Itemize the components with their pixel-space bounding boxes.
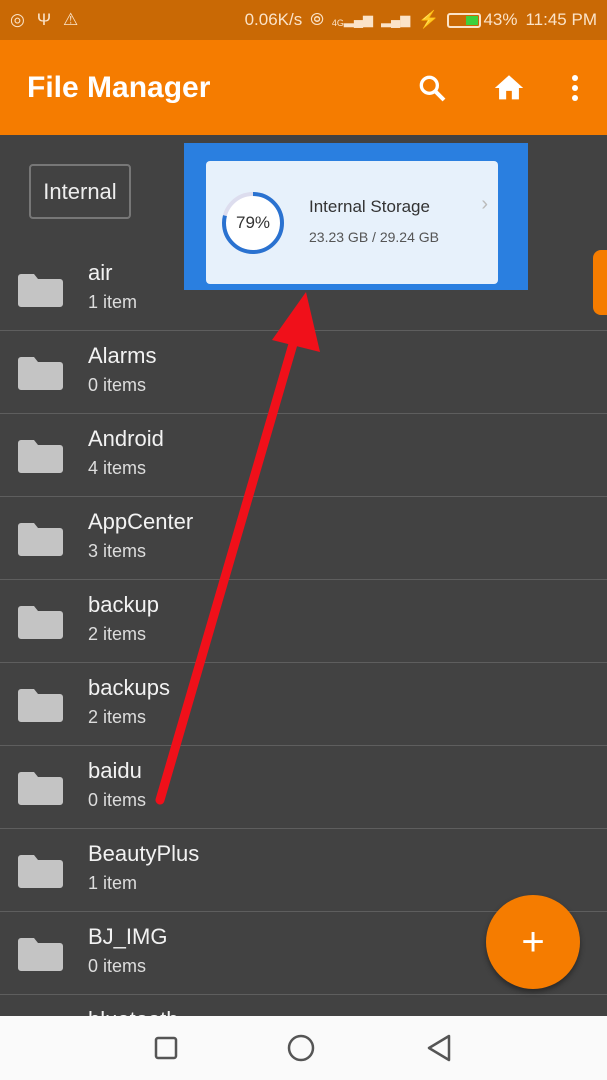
folder-row[interactable]: air 1 item (0, 248, 607, 331)
recents-icon[interactable] (154, 1036, 178, 1060)
network-speed: 0.06K/s (244, 10, 303, 29)
folder-icon (18, 523, 63, 556)
status-bar: ◎ Ψ ⚠ 0.06K/s ⦾ 4G ▂▄▆ ▂▄▆ ⚡ 43% 11:45 P… (0, 0, 607, 40)
folder-item-count: 0 items (88, 790, 147, 810)
signal-icon-2: ▂▄▆ (381, 12, 411, 27)
storage-usage-ring: 79% (220, 190, 286, 256)
folder-name: BeautyPlus (88, 841, 200, 866)
folder-icon (18, 855, 63, 888)
back-icon[interactable] (425, 1033, 453, 1063)
folder-item-count: 1 item (88, 292, 138, 312)
folder-item-count: 1 item (88, 873, 138, 893)
battery-percent: 43% (483, 10, 518, 29)
more-vert-icon[interactable] (570, 73, 580, 103)
storage-title: Internal Storage (309, 197, 430, 216)
folder-row[interactable]: backups 2 items (0, 663, 607, 746)
add-fab-button[interactable]: + (486, 895, 580, 989)
chevron-right-icon: › (481, 193, 488, 215)
storage-percent: 79% (235, 213, 271, 232)
search-icon[interactable] (416, 72, 448, 104)
app-bar: File Manager (0, 40, 607, 135)
folder-item-count: 2 items (88, 624, 147, 644)
signal-icon: ▂▄▆ (343, 12, 374, 27)
internal-storage-tab[interactable]: Internal (29, 164, 131, 219)
folder-icon (18, 689, 63, 722)
folder-name: BJ_IMG (88, 924, 168, 949)
folder-name: backups (88, 675, 170, 700)
folder-name: AppCenter (88, 509, 194, 534)
folder-icon (18, 357, 63, 390)
warning-icon: ⚠ (63, 10, 79, 29)
folder-icon (18, 606, 63, 639)
usb-icon: Ψ (36, 10, 52, 29)
folder-name: air (88, 260, 113, 285)
folder-row[interactable]: AppCenter 3 items (0, 497, 607, 580)
home-nav-icon[interactable] (286, 1033, 316, 1063)
folder-name: baidu (88, 758, 142, 783)
folder-item-count: 3 items (88, 541, 147, 561)
battery-icon (447, 12, 482, 28)
folder-item-count: 4 items (88, 458, 147, 478)
folder-row[interactable]: backup 2 items (0, 580, 607, 663)
charging-icon: ⚡ (418, 10, 440, 29)
storage-size: 23.23 GB / 29.24 GB (309, 229, 439, 245)
folder-name: Alarms (88, 343, 157, 368)
clock: 11:45 PM (525, 10, 597, 29)
folder-row[interactable]: baidu 0 items (0, 746, 607, 829)
folder-icon (18, 274, 63, 307)
folder-row[interactable]: Alarms 0 items (0, 331, 607, 414)
folder-row[interactable]: Android 4 items (0, 414, 607, 497)
folder-item-count: 0 items (88, 375, 147, 395)
instagram-icon: ◎ (10, 10, 25, 29)
app-title: File Manager (27, 70, 211, 104)
network-type-label: 4G (331, 18, 344, 28)
home-icon[interactable] (492, 71, 526, 105)
folder-name: Android (88, 426, 164, 451)
folder-icon (18, 440, 63, 473)
folder-icon (18, 772, 63, 805)
folder-item-count: 2 items (88, 707, 147, 727)
hotspot-icon: ⦾ (310, 10, 324, 29)
folder-item-count: 0 items (88, 956, 147, 976)
folder-icon (18, 938, 63, 971)
navigation-bar (0, 1016, 607, 1080)
folder-name: backup (88, 592, 159, 617)
